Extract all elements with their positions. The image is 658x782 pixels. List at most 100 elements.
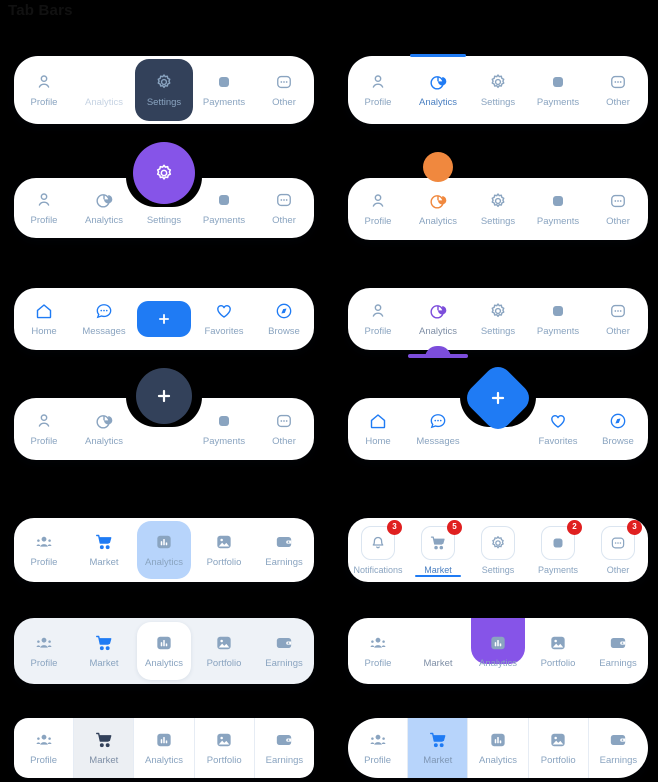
tab-item-settings[interactable]: Settings — [468, 178, 528, 240]
tab-item-favorites[interactable]: Favorites — [194, 288, 254, 350]
tab-item-favorites[interactable]: Favorites — [528, 398, 588, 460]
compass-icon — [608, 411, 628, 431]
cart-icon — [94, 633, 114, 653]
tab-item-home[interactable]: Home — [348, 398, 408, 460]
tab-item-analytics[interactable]: Analytics — [408, 54, 468, 124]
tabbar-orange-dot[interactable]: Profile Analytics Settings Payments Other — [348, 152, 648, 240]
tab-label: Settings — [480, 326, 516, 338]
tab-label: Messages — [82, 326, 126, 338]
tab-item-analytics[interactable]: Analytics — [74, 398, 134, 460]
tab-item-portfolio[interactable]: Portfolio — [528, 618, 588, 684]
tabbar-purple-tall-tab[interactable]: Profile Market Analytics Portfolio Earnings — [348, 618, 648, 684]
tab-item-action[interactable] — [134, 288, 194, 350]
tab-item-market[interactable]: 5 Market — [408, 518, 468, 582]
tabbar-top-indicator[interactable]: Profile Analytics Settings Payments Other — [348, 54, 648, 124]
tab-item-browse[interactable]: Browse — [254, 288, 314, 350]
image-icon — [548, 633, 568, 653]
tab-item-messages[interactable]: Messages — [74, 288, 134, 350]
tab-item-other[interactable]: Other — [588, 288, 648, 350]
tabbar-badges[interactable]: 3 Notifications 5 Market Settings 2 Payments 3 O… — [348, 518, 648, 582]
tab-item-settings[interactable]: Settings — [468, 56, 528, 124]
tab-item-payments[interactable]: 2 Payments — [528, 518, 588, 582]
tab-label: Payments — [202, 215, 246, 227]
tab-item-portfolio[interactable]: Portfolio — [194, 618, 254, 684]
tab-item-payments[interactable]: Payments — [194, 398, 254, 460]
tab-item-profile[interactable]: Profile — [14, 178, 74, 238]
tab-item-analytics[interactable]: Analytics — [408, 152, 468, 240]
tabbar-bottom-arc[interactable]: Profile Analytics Settings Payments Other — [348, 288, 648, 358]
tab-item-earnings[interactable]: Earnings — [255, 718, 314, 778]
tabbar-center-plus-rect[interactable]: Home Messages Favorites Browse — [14, 288, 314, 350]
tab-item-analytics[interactable]: Analytics — [134, 718, 195, 778]
tab-item-earnings[interactable]: Earnings — [254, 618, 314, 684]
tab-item-other[interactable]: Other — [254, 398, 314, 460]
tab-item-settings[interactable]: Settings — [468, 288, 528, 350]
tabbar-grey-white-pill[interactable]: Profile Market Analytics Portfolio Earnings — [14, 618, 314, 684]
settings-fab[interactable] — [133, 142, 195, 204]
tab-item-earnings[interactable]: Earnings — [254, 518, 314, 582]
piechart-icon — [428, 72, 448, 92]
tab-item-payments[interactable]: Payments — [528, 288, 588, 350]
tabbar-dark-fab[interactable]: Profile Analytics Payments Other — [14, 368, 314, 460]
tab-item-profile[interactable]: Profile — [348, 288, 408, 350]
tab-item-other[interactable]: Other — [254, 178, 314, 238]
tab-label: Other — [606, 564, 630, 575]
tab-item-profile[interactable]: Profile — [348, 56, 408, 124]
tab-item-earnings[interactable]: Earnings — [588, 618, 648, 684]
tab-item-analytics[interactable]: Analytics — [134, 618, 194, 684]
people-icon — [34, 730, 54, 750]
tab-item-portfolio[interactable]: Portfolio — [194, 518, 254, 582]
tab-item-payments[interactable]: Payments — [528, 56, 588, 124]
tab-item-market[interactable]: Market — [74, 718, 135, 778]
tab-item-profile[interactable]: Profile — [348, 718, 409, 778]
tab-item-market[interactable]: Market — [74, 618, 134, 684]
tab-item-profile[interactable]: Profile — [14, 618, 74, 684]
tab-item-analytics[interactable]: Analytics — [134, 518, 194, 582]
tab-item-other[interactable]: Other — [588, 178, 648, 240]
tab-item-analytics[interactable]: Analytics — [74, 56, 134, 124]
tab-item-profile[interactable]: Profile — [14, 518, 74, 582]
tab-item-other[interactable]: Other — [254, 56, 314, 124]
tab-item-market[interactable]: Market — [74, 518, 134, 582]
tabbar-dark-pill[interactable]: Profile Analytics Settings Payments Other — [14, 56, 314, 124]
tab-item-analytics[interactable]: Analytics — [468, 618, 528, 684]
tab-item-analytics[interactable]: Analytics — [74, 178, 134, 238]
tab-item-settings[interactable]: Settings — [134, 56, 194, 124]
tab-item-analytics[interactable]: Analytics — [408, 288, 468, 358]
tab-list: Profile Market Analytics Portfolio Earnings — [348, 618, 648, 684]
tab-item-portfolio[interactable]: Portfolio — [529, 718, 589, 778]
tab-item-market[interactable]: Market — [408, 718, 469, 778]
tab-item-market[interactable]: Market — [408, 618, 468, 684]
tab-item-browse[interactable]: Browse — [588, 398, 648, 460]
tab-item-analytics[interactable]: Analytics — [468, 718, 529, 778]
tabbar-segmented-grey[interactable]: Profile Market Analytics Portfolio Earnings — [14, 718, 314, 778]
tab-item-portfolio[interactable]: Portfolio — [195, 718, 255, 778]
tabbar-soft-blue-pill[interactable]: Profile Market Analytics Portfolio Earnings — [14, 518, 314, 582]
add-fab[interactable] — [136, 368, 192, 424]
tab-item-home[interactable]: Home — [14, 288, 74, 350]
tab-item-payments[interactable]: Payments — [528, 178, 588, 240]
tab-item-payments[interactable]: Payments — [194, 56, 254, 124]
tab-item-profile[interactable]: Profile — [14, 398, 74, 460]
tab-item-profile[interactable]: Profile — [14, 718, 75, 778]
person-icon — [368, 191, 388, 211]
tab-item-profile[interactable]: Profile — [14, 56, 74, 124]
tab-item-earnings[interactable]: Earnings — [589, 718, 648, 778]
tab-label: Other — [272, 436, 296, 448]
tabbar-segmented-pill[interactable]: Profile Market Analytics Portfolio Earnings — [348, 718, 648, 778]
tab-item-notifications[interactable]: 3 Notifications — [348, 518, 408, 582]
tab-item-messages[interactable]: Messages — [408, 398, 468, 460]
tabbar-diamond-fab[interactable]: Home Messages Favorites Browse — [348, 361, 648, 460]
tabbar-purple-fab[interactable]: Profile Analytics Settings Payments Other — [14, 142, 314, 238]
tab-item-other[interactable]: 3 Other — [588, 518, 648, 582]
add-button[interactable] — [137, 301, 191, 337]
tab-item-other[interactable]: Other — [588, 56, 648, 124]
bell-icon — [369, 534, 387, 552]
tab-label: Profile — [30, 436, 58, 448]
tab-item-settings[interactable]: Settings — [468, 518, 528, 582]
tab-item-profile[interactable]: Profile — [348, 618, 408, 684]
tab-label: Earnings — [265, 557, 303, 569]
tab-item-profile[interactable]: Profile — [348, 178, 408, 240]
tab-item-payments[interactable]: Payments — [194, 178, 254, 238]
tab-label: Other — [272, 97, 296, 109]
